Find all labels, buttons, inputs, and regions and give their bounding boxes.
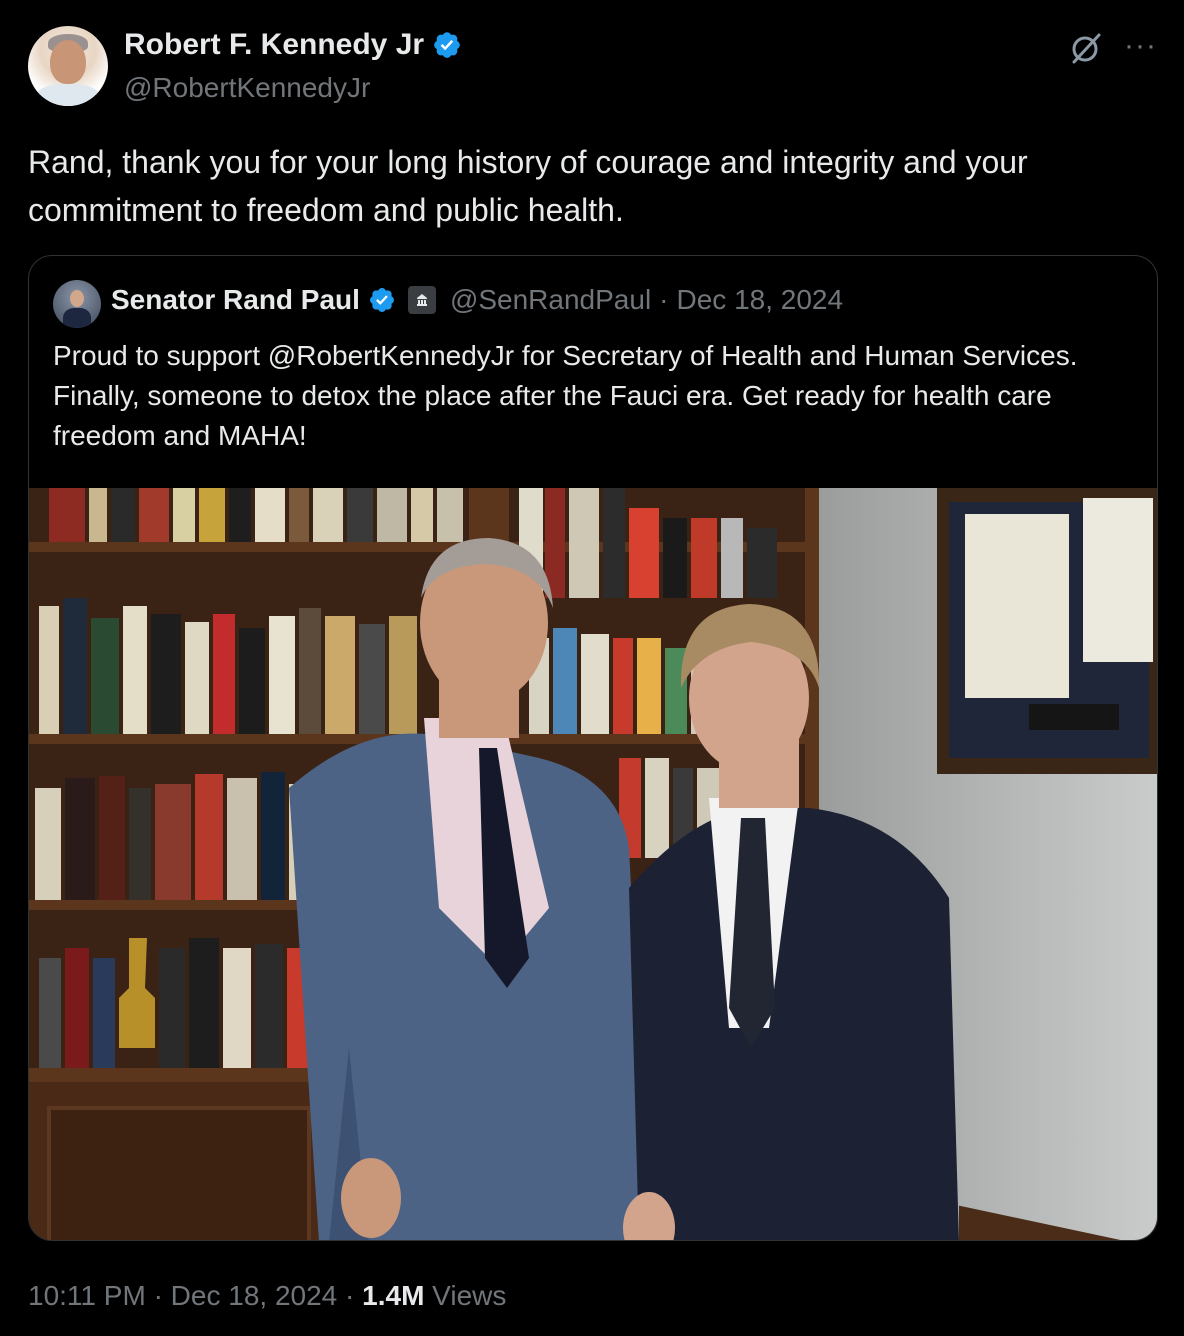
quoted-author-name[interactable]: Senator Rand Paul — [111, 284, 360, 316]
quoted-author-avatar[interactable] — [53, 280, 101, 328]
avatar-face — [50, 40, 86, 84]
avatar-shirt — [34, 84, 102, 106]
tweet-meta: 10:11 PM · Dec 18, 2024 · 1.4M Views — [28, 1280, 506, 1312]
meta-separator: · — [345, 1280, 355, 1311]
verified-badge-icon — [369, 288, 394, 312]
quoted-tweet-text: Proud to support @RobertKennedyJr for Se… — [53, 340, 1078, 451]
quoted-avatar-body — [63, 308, 91, 328]
tweet-time[interactable]: 10:11 PM — [28, 1280, 146, 1311]
header-separator: · — [659, 284, 669, 315]
author-avatar[interactable] — [28, 26, 108, 106]
books-row-4 — [39, 938, 309, 1068]
quoted-tweet-card[interactable]: Senator Rand Paul @SenRandPaul · Dec 18,… — [28, 255, 1158, 1241]
author-name[interactable]: Robert F. Kennedy Jr — [124, 28, 424, 62]
author-name-row[interactable]: Robert F. Kennedy Jr — [124, 28, 462, 62]
more-icon[interactable]: ··· — [1124, 26, 1157, 66]
grok-icon[interactable] — [1068, 30, 1104, 66]
quoted-author-handle[interactable]: @SenRandPaul — [450, 284, 651, 316]
quoted-tweet-date[interactable]: Dec 18, 2024 — [677, 284, 844, 316]
views-label: Views — [432, 1280, 507, 1311]
photo-illustration — [29, 488, 1157, 1240]
views-count: 1.4M — [362, 1280, 425, 1311]
verified-badge-icon — [434, 32, 460, 58]
quoted-tweet-photo[interactable] — [29, 488, 1157, 1240]
quoted-avatar-face — [70, 290, 84, 307]
tweet-date[interactable]: Dec 18, 2024 — [171, 1280, 338, 1311]
tweet-text: Rand, thank you for your long history of… — [28, 144, 1028, 228]
quoted-tweet-header: Senator Rand Paul @SenRandPaul · Dec 18,… — [111, 284, 843, 316]
author-handle[interactable]: @RobertKennedyJr — [124, 72, 370, 104]
meta-separator: · — [153, 1280, 163, 1311]
government-building-icon — [407, 286, 436, 314]
